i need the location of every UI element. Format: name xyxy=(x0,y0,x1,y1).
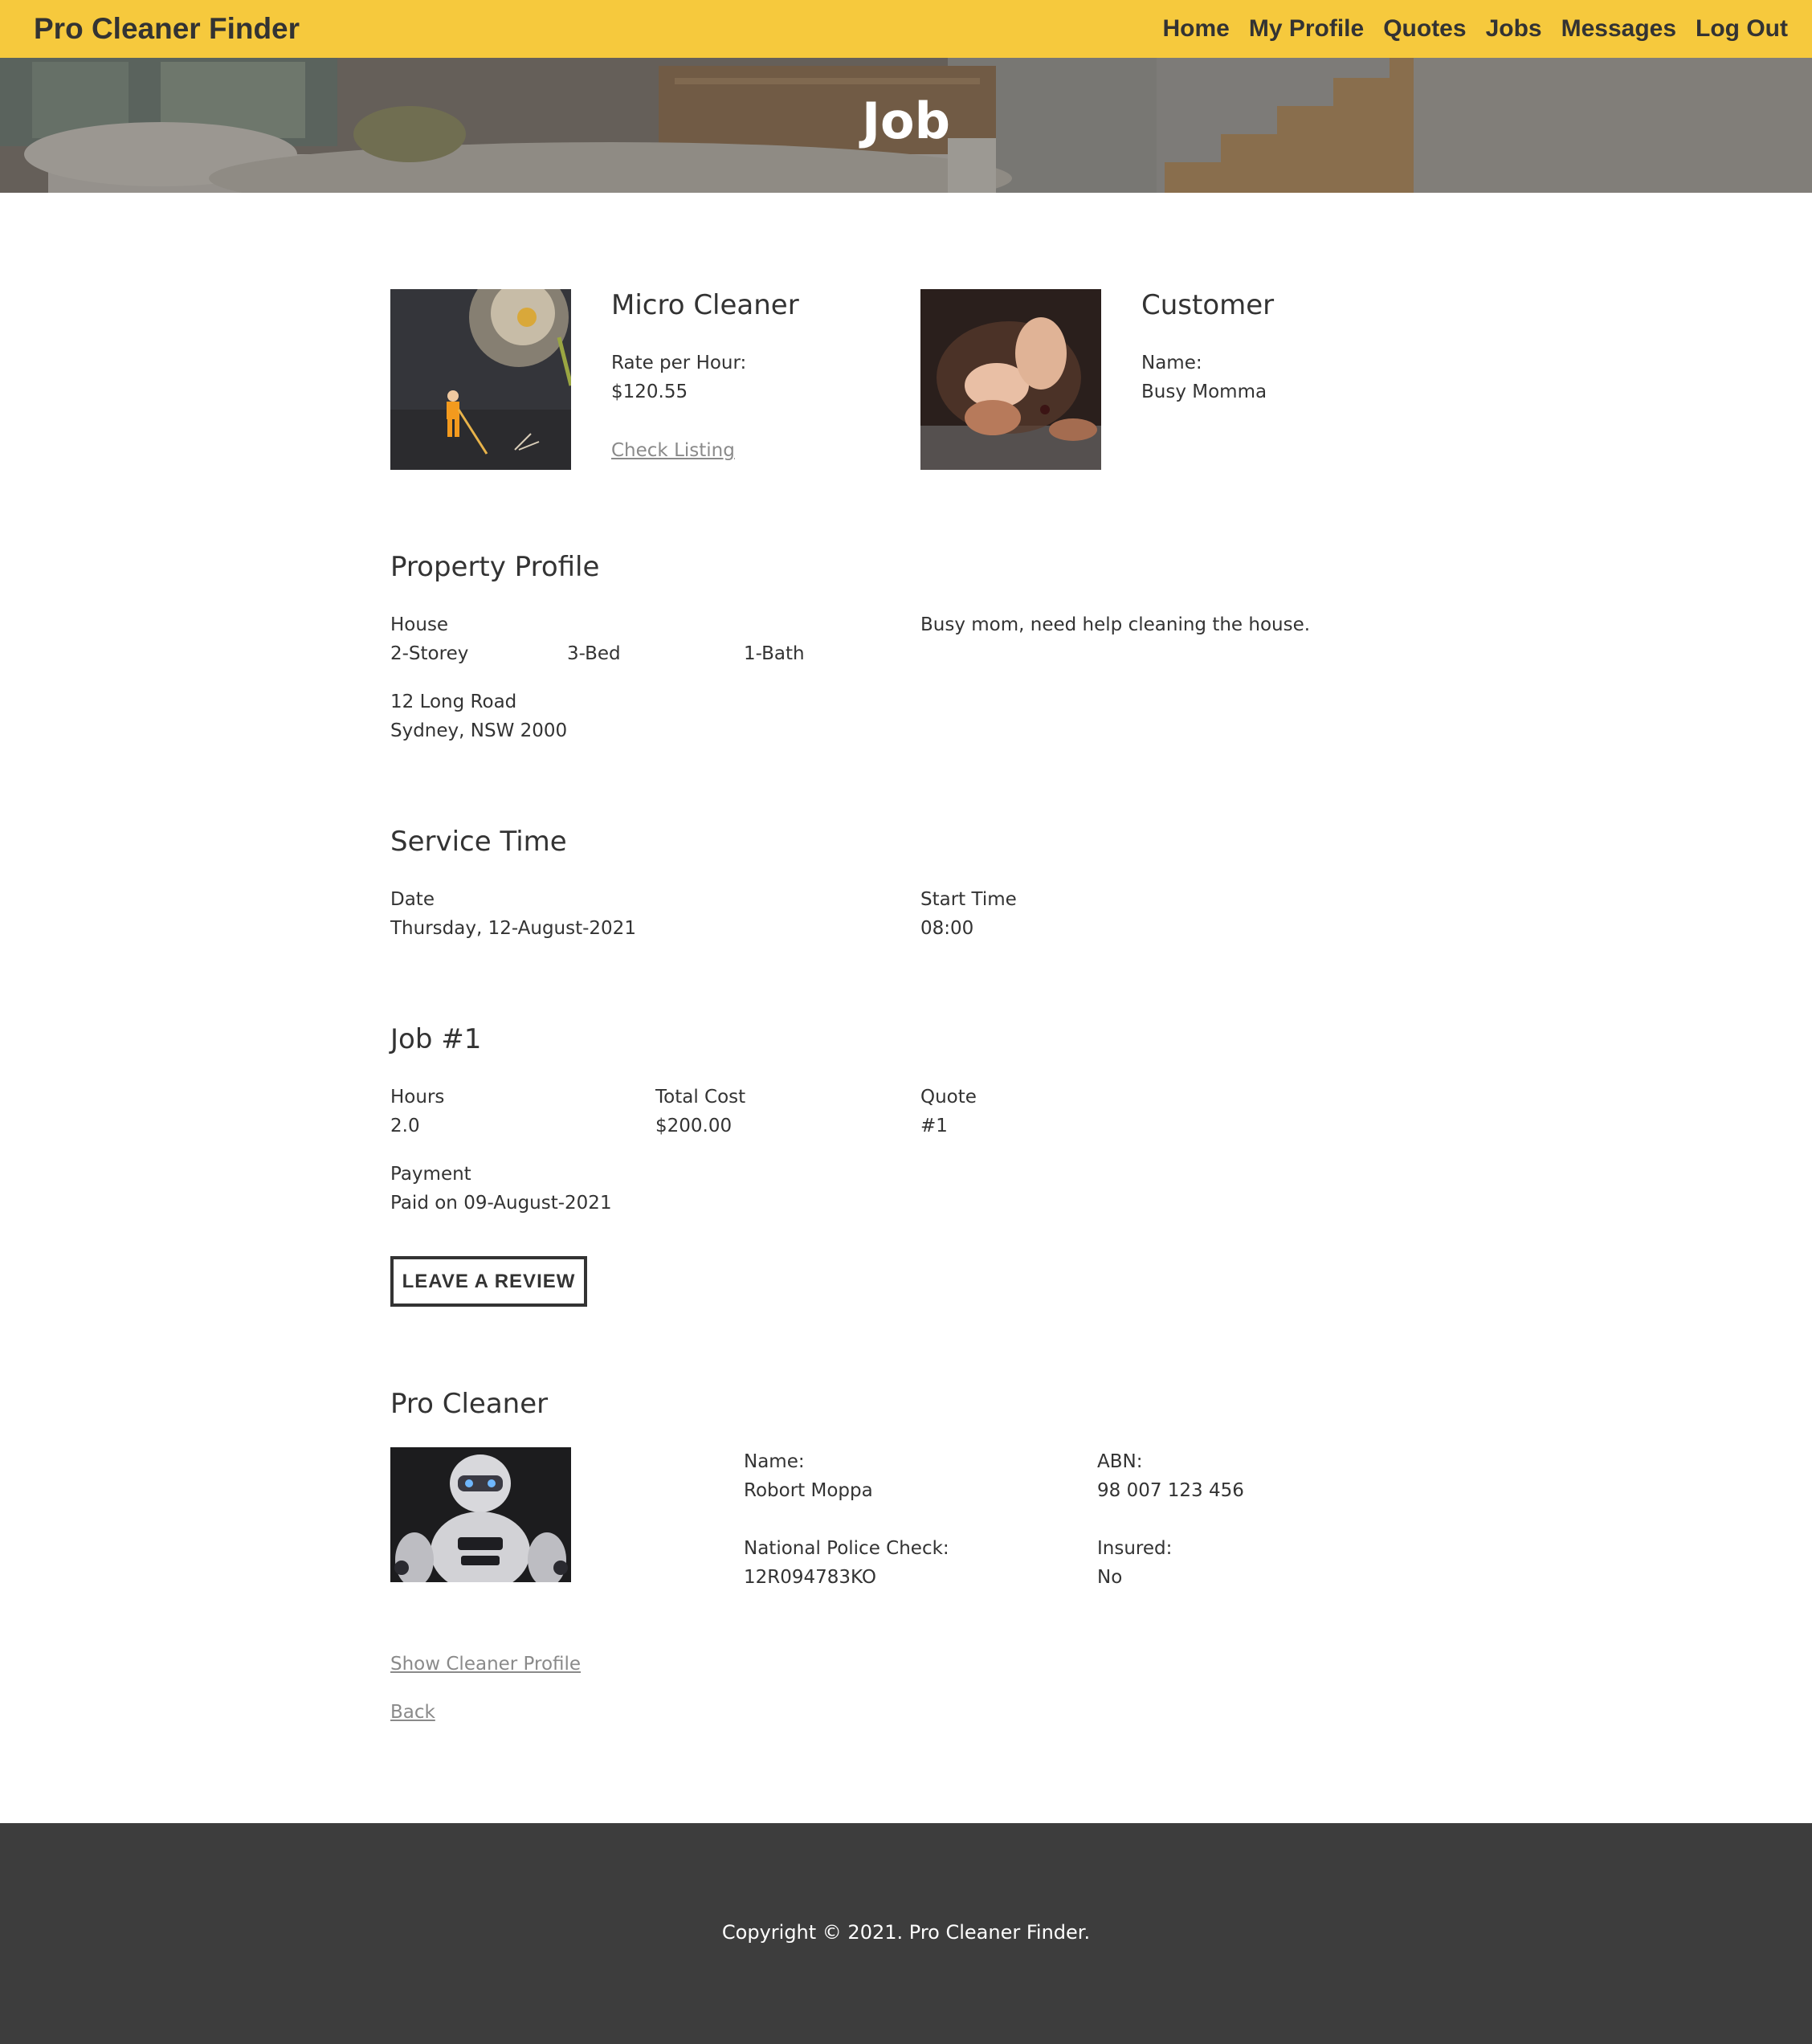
check-listing-link[interactable]: Check Listing xyxy=(611,436,735,465)
rate-label: Rate per Hour: xyxy=(611,353,747,373)
job-payment-value: Paid on 09-August-2021 xyxy=(390,1193,612,1214)
cleaner-name-label: Name: xyxy=(744,1451,805,1472)
service-time-heading: Service Time xyxy=(390,826,567,858)
service-date-label: Date xyxy=(390,889,435,910)
job-heading: Job #1 xyxy=(390,1023,482,1055)
property-note: Busy mom, need help cleaning the house. xyxy=(920,614,1311,635)
cleaner-insured-value: No xyxy=(1097,1567,1123,1588)
nav-links: Home My Profile Quotes Jobs Messages Log… xyxy=(1162,15,1788,43)
nav-messages[interactable]: Messages xyxy=(1561,15,1676,43)
copyright-text: Copyright © 2021. Pro Cleaner Finder. xyxy=(721,1921,1091,1944)
footer: Copyright © 2021. Pro Cleaner Finder. xyxy=(0,1823,1812,2044)
customer-name-label: Name: xyxy=(1141,353,1202,373)
nav-quotes[interactable]: Quotes xyxy=(1383,15,1466,43)
job-hours-value: 2.0 xyxy=(390,1116,420,1136)
listing-photo xyxy=(390,289,571,470)
job-hours-label: Hours xyxy=(390,1087,445,1108)
rate-value: $120.55 xyxy=(611,381,688,402)
service-date-value: Thursday, 12-August-2021 xyxy=(390,918,636,939)
job-quote-label: Quote xyxy=(920,1087,977,1108)
nav-home[interactable]: Home xyxy=(1162,15,1229,43)
show-cleaner-profile-link[interactable]: Show Cleaner Profile xyxy=(390,1650,581,1679)
job-quote-value: #1 xyxy=(920,1116,948,1136)
cleaner-name-value: Robort Moppa xyxy=(744,1480,873,1501)
leave-review-button[interactable]: LEAVE A REVIEW xyxy=(390,1256,587,1307)
service-start-value: 08:00 xyxy=(920,918,974,939)
cleaner-abn-label: ABN: xyxy=(1097,1451,1143,1472)
cleaner-photo xyxy=(390,1447,571,1582)
page-title: Job xyxy=(861,92,951,150)
hero-banner: Job xyxy=(0,58,1812,193)
nav-log-out[interactable]: Log Out xyxy=(1696,15,1788,43)
property-type: House xyxy=(390,614,449,635)
listing-title: Micro Cleaner xyxy=(611,289,799,321)
property-beds: 3-Bed xyxy=(567,643,621,664)
job-payment-label: Payment xyxy=(390,1164,471,1185)
back-link[interactable]: Back xyxy=(390,1698,435,1727)
brand-logo-link[interactable]: Pro Cleaner Finder xyxy=(34,12,300,46)
pro-cleaner-heading: Pro Cleaner xyxy=(390,1388,549,1420)
job-details: Micro Cleaner Rate per Hour: $120.55 Che… xyxy=(390,193,1434,1823)
cleaner-police-check-label: National Police Check: xyxy=(744,1538,949,1559)
customer-name-value: Busy Momma xyxy=(1141,381,1267,402)
top-navbar: Pro Cleaner Finder Home My Profile Quote… xyxy=(0,0,1812,58)
property-address-line1: 12 Long Road xyxy=(390,692,517,712)
nav-jobs[interactable]: Jobs xyxy=(1486,15,1542,43)
job-cost-label: Total Cost xyxy=(655,1087,746,1108)
property-address-line2: Sydney, NSW 2000 xyxy=(390,720,568,741)
cleaner-police-check-value: 12R094783KO xyxy=(744,1567,876,1588)
cleaner-abn-value: 98 007 123 456 xyxy=(1097,1480,1244,1501)
property-profile-heading: Property Profile xyxy=(390,551,600,583)
cleaner-insured-label: Insured: xyxy=(1097,1538,1173,1559)
property-baths: 1-Bath xyxy=(744,643,805,664)
customer-photo xyxy=(920,289,1101,470)
job-cost-value: $200.00 xyxy=(655,1116,733,1136)
nav-my-profile[interactable]: My Profile xyxy=(1249,15,1364,43)
property-storey: 2-Storey xyxy=(390,643,469,664)
service-start-label: Start Time xyxy=(920,889,1017,910)
customer-title: Customer xyxy=(1141,289,1275,321)
